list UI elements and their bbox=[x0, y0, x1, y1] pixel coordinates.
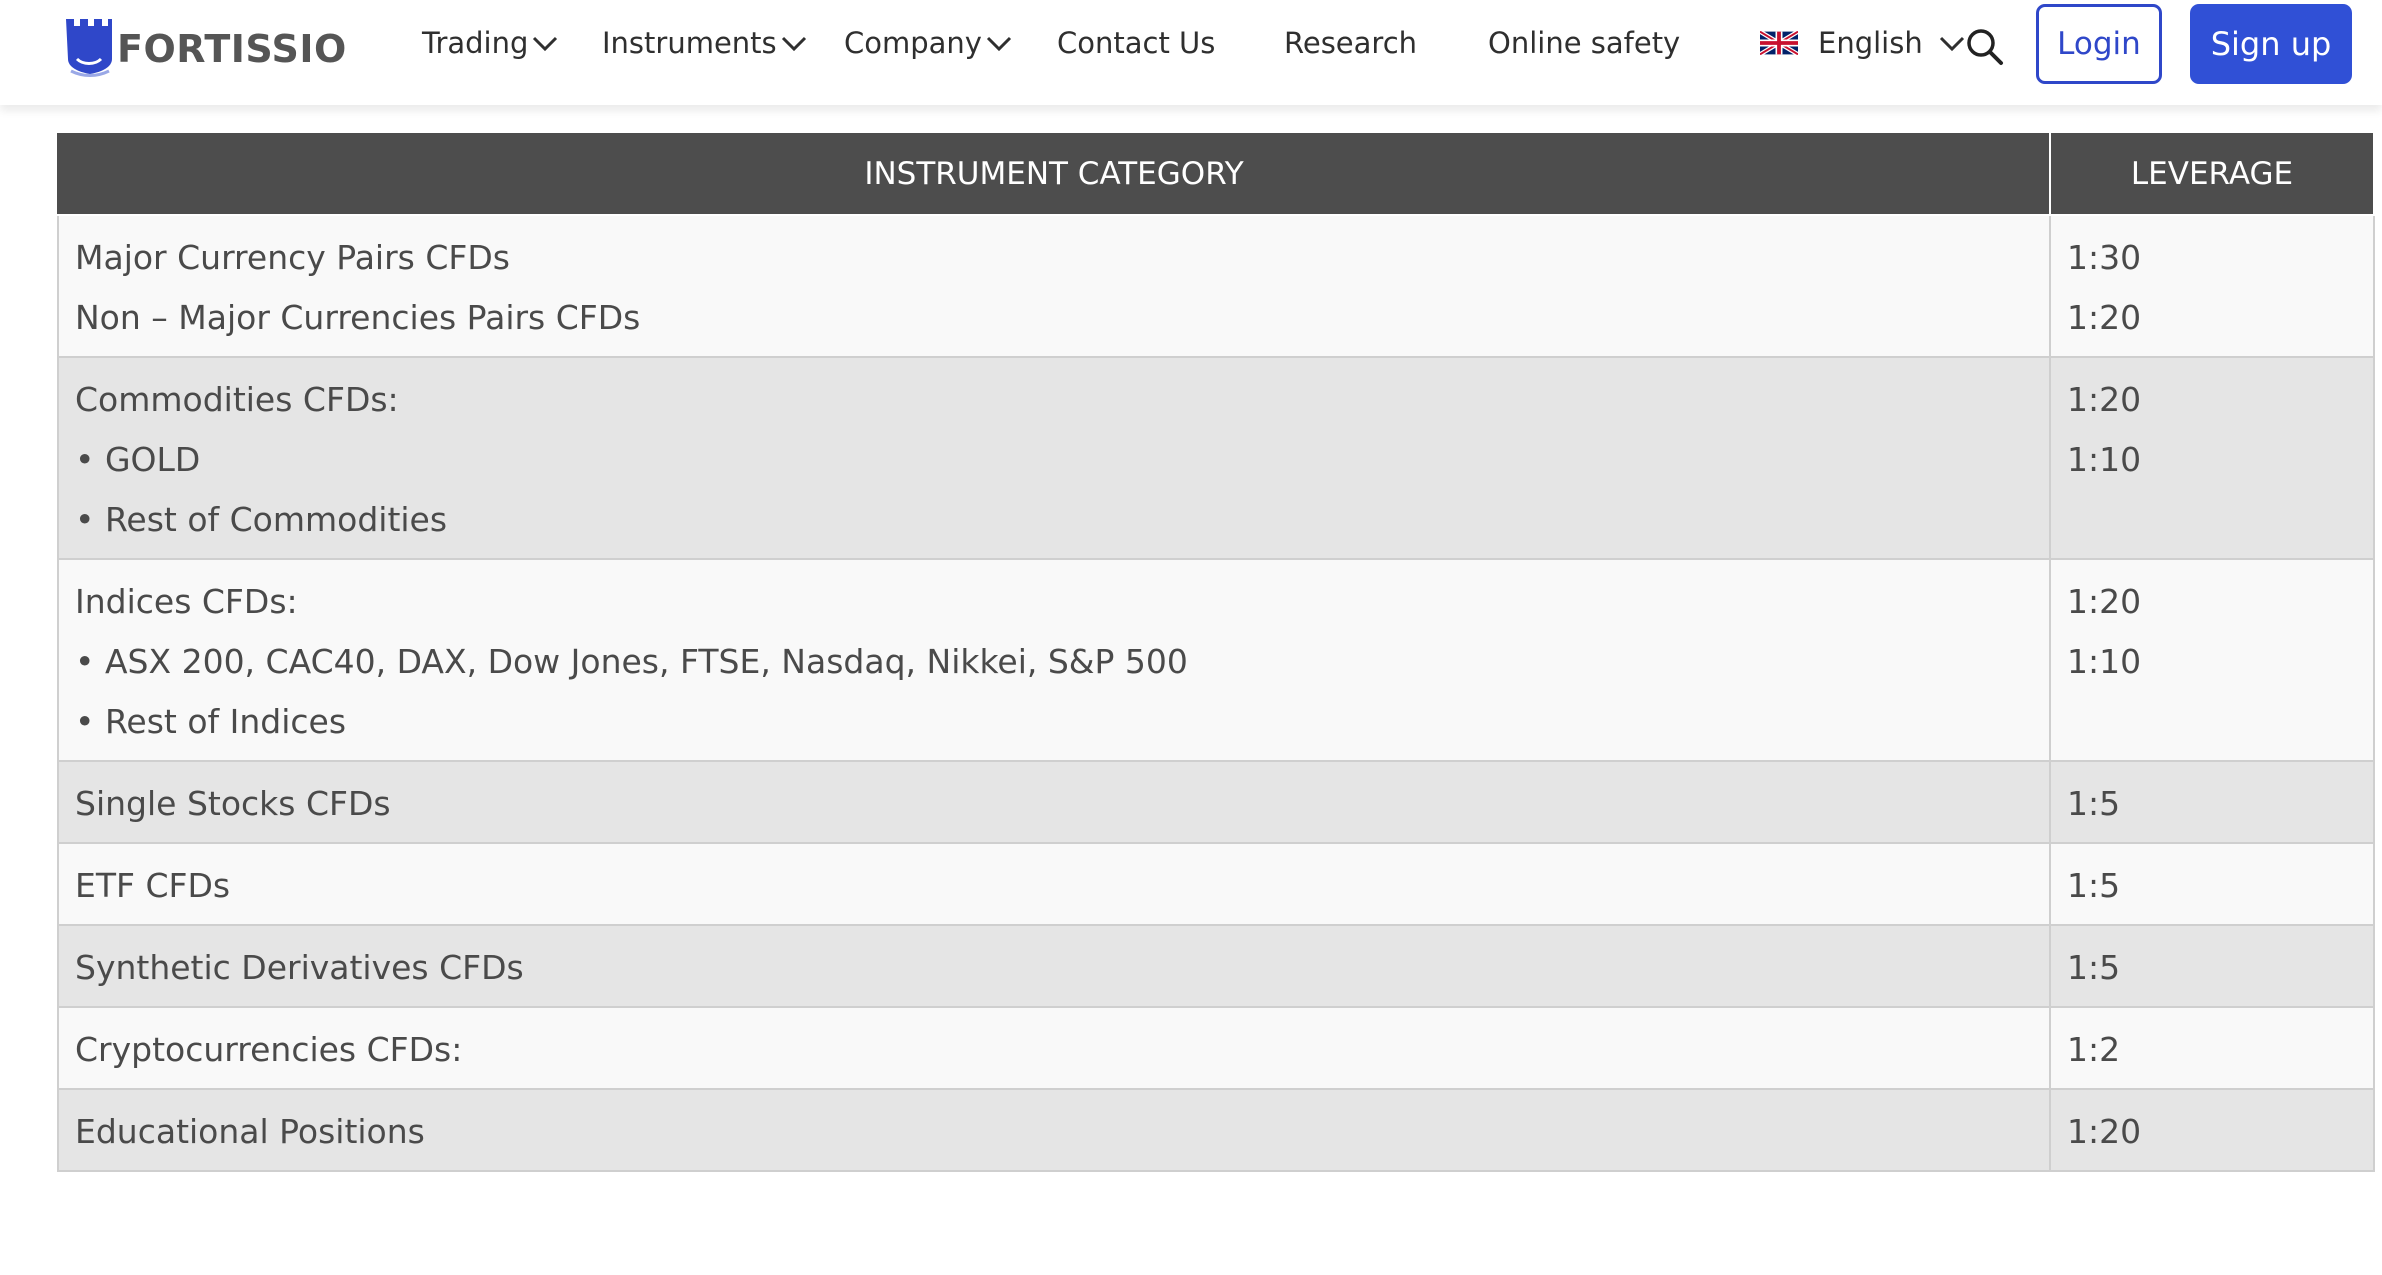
nav-online-safety[interactable]: Online safety bbox=[1488, 20, 1680, 66]
leverage-value: 1:5 bbox=[2067, 948, 2121, 987]
leverage-cell: 1:20 1:10 bbox=[2049, 558, 2375, 762]
nav-company-label: Company bbox=[844, 26, 982, 60]
chevron-down-icon bbox=[1939, 36, 1964, 52]
leverage-cell: 1:2 bbox=[2049, 1006, 2375, 1090]
category-line: ETF CFDs bbox=[75, 866, 231, 905]
leverage-value: 1:20 bbox=[2067, 1112, 2142, 1151]
category-cell: Educational Positions bbox=[57, 1088, 2051, 1172]
table-row: ETF CFDs 1:5 bbox=[57, 842, 2375, 926]
chevron-down-icon bbox=[533, 36, 558, 52]
login-button[interactable]: Login bbox=[2036, 4, 2162, 84]
category-line: Single Stocks CFDs bbox=[75, 784, 391, 823]
category-cell: Indices CFDs: • ASX 200, CAC40, DAX, Dow… bbox=[57, 558, 2051, 762]
leverage-value: 1:10 bbox=[2067, 440, 2142, 479]
uk-flag-icon bbox=[1760, 31, 1798, 55]
table-row: Educational Positions 1:20 bbox=[57, 1088, 2375, 1172]
table-row: Single Stocks CFDs 1:5 bbox=[57, 760, 2375, 844]
table-row: Cryptocurrencies CFDs: 1:2 bbox=[57, 1006, 2375, 1090]
leverage-cell: 1:5 bbox=[2049, 760, 2375, 844]
table-row: Commodities CFDs: • GOLD • Rest of Commo… bbox=[57, 356, 2375, 560]
brand-logo[interactable]: FORTISSIO bbox=[63, 14, 347, 78]
category-cell: ETF CFDs bbox=[57, 842, 2051, 926]
nav-company[interactable]: Company bbox=[844, 20, 1014, 66]
brand-name: FORTISSIO bbox=[117, 27, 347, 71]
header-instrument-category: INSTRUMENT CATEGORY bbox=[57, 131, 2051, 216]
leverage-cell: 1:5 bbox=[2049, 842, 2375, 926]
nav-instruments-label: Instruments bbox=[602, 26, 777, 60]
leverage-value: 1:10 bbox=[2067, 642, 2142, 681]
category-line: Educational Positions bbox=[75, 1112, 425, 1151]
category-line: Indices CFDs: bbox=[75, 582, 298, 621]
nav-trading-label: Trading bbox=[422, 26, 529, 60]
nav-contact-us[interactable]: Contact Us bbox=[1057, 20, 1215, 66]
category-cell: Synthetic Derivatives CFDs bbox=[57, 924, 2051, 1008]
leverage-value: 1:30 bbox=[2067, 238, 2142, 277]
search-icon[interactable] bbox=[1964, 26, 2004, 66]
leverage-cell: 1:30 1:20 bbox=[2049, 214, 2375, 358]
language-label: English bbox=[1818, 26, 1923, 60]
category-line: Synthetic Derivatives CFDs bbox=[75, 948, 524, 987]
category-cell: Single Stocks CFDs bbox=[57, 760, 2051, 844]
leverage-cell: 1:5 bbox=[2049, 924, 2375, 1008]
language-selector[interactable]: English bbox=[1760, 20, 1967, 66]
category-cell: Cryptocurrencies CFDs: bbox=[57, 1006, 2051, 1090]
table-row: Indices CFDs: • ASX 200, CAC40, DAX, Dow… bbox=[57, 558, 2375, 762]
category-line: • ASX 200, CAC40, DAX, Dow Jones, FTSE, … bbox=[75, 642, 1188, 681]
leverage-value: 1:20 bbox=[2067, 298, 2142, 337]
table-row: Major Currency Pairs CFDs Non – Major Cu… bbox=[57, 214, 2375, 358]
category-cell: Commodities CFDs: • GOLD • Rest of Commo… bbox=[57, 356, 2051, 560]
castle-logo-icon bbox=[66, 19, 112, 77]
leverage-cell: 1:20 bbox=[2049, 1088, 2375, 1172]
category-line: • GOLD bbox=[75, 440, 201, 479]
chevron-down-icon bbox=[986, 36, 1012, 52]
leverage-value: 1:20 bbox=[2067, 582, 2142, 621]
leverage-table: INSTRUMENT CATEGORY LEVERAGE Major Curre… bbox=[57, 131, 2375, 1172]
signup-button[interactable]: Sign up bbox=[2190, 4, 2352, 84]
nav-research[interactable]: Research bbox=[1284, 20, 1417, 66]
category-line: Non – Major Currencies Pairs CFDs bbox=[75, 298, 641, 337]
leverage-value: 1:5 bbox=[2067, 784, 2121, 823]
category-line: • Rest of Commodities bbox=[75, 500, 448, 539]
category-line: Major Currency Pairs CFDs bbox=[75, 238, 510, 277]
table-row: Synthetic Derivatives CFDs 1:5 bbox=[57, 924, 2375, 1008]
header-leverage: LEVERAGE bbox=[2049, 131, 2375, 216]
leverage-value: 1:5 bbox=[2067, 866, 2121, 905]
category-line: Commodities CFDs: bbox=[75, 380, 399, 419]
nav-instruments[interactable]: Instruments bbox=[602, 20, 809, 66]
nav-trading[interactable]: Trading bbox=[422, 20, 560, 66]
leverage-value: 1:2 bbox=[2067, 1030, 2121, 1069]
table-header-row: INSTRUMENT CATEGORY LEVERAGE bbox=[57, 131, 2375, 216]
chevron-down-icon bbox=[781, 36, 806, 52]
leverage-value: 1:20 bbox=[2067, 380, 2142, 419]
leverage-cell: 1:20 1:10 bbox=[2049, 356, 2375, 560]
top-navbar: FORTISSIO Trading Instruments Company Co… bbox=[0, 0, 2382, 105]
category-line: Cryptocurrencies CFDs: bbox=[75, 1030, 463, 1069]
category-line: • Rest of Indices bbox=[75, 702, 347, 741]
category-cell: Major Currency Pairs CFDs Non – Major Cu… bbox=[57, 214, 2051, 358]
